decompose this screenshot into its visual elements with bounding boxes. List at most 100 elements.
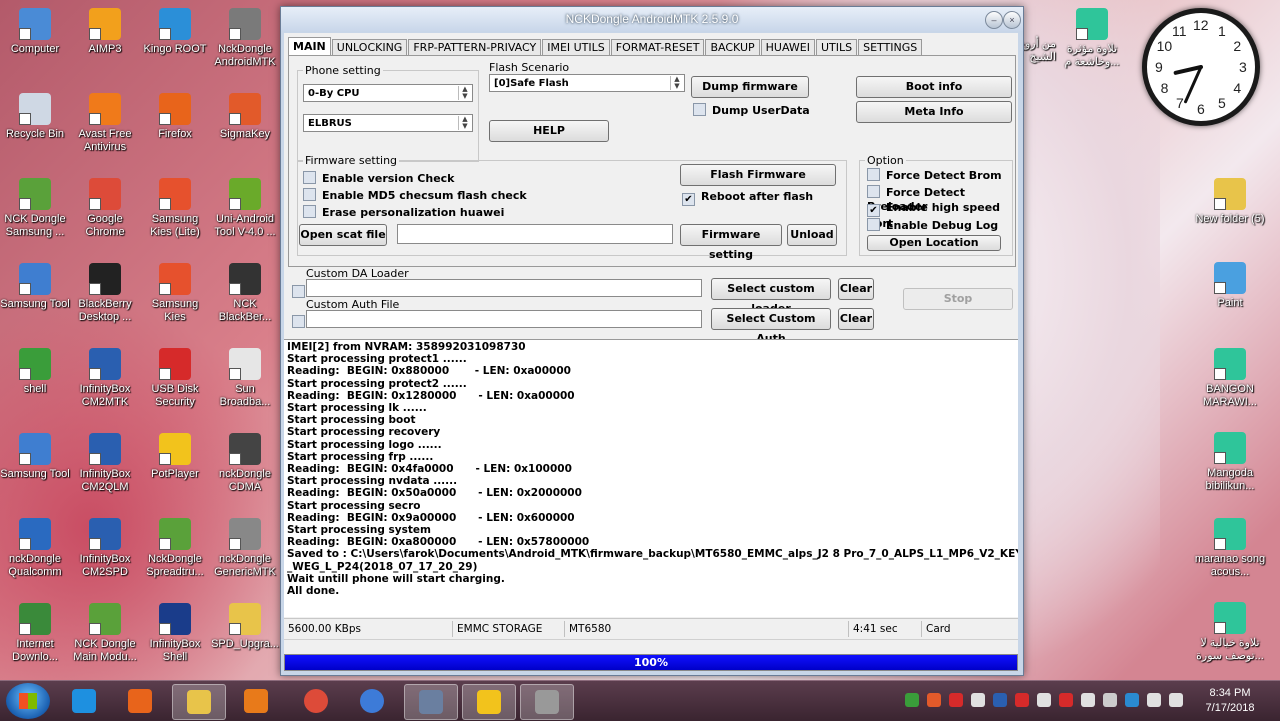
platform-select[interactable]: ELBRUS ▲ ▼ [303, 114, 473, 132]
desktop-icon[interactable]: Sun Broadba... [210, 348, 280, 409]
help-button[interactable]: HELP [489, 120, 609, 142]
desktop-icon[interactable]: New folder (5) [1190, 178, 1270, 226]
start-button[interactable] [6, 683, 50, 719]
option-checkbox[interactable]: Force Detect Preloader [867, 184, 1015, 213]
option-checkbox[interactable]: ✔ Enable high speed port [867, 201, 1015, 230]
stop-button[interactable]: Stop [903, 288, 1013, 310]
tray-icon[interactable] [927, 693, 941, 707]
firmware-option-checkbox[interactable]: Enable version Check [303, 171, 455, 185]
tray-icon[interactable] [905, 693, 919, 707]
tray-icon[interactable] [1125, 693, 1139, 707]
firmware-setting-button[interactable]: Firmware setting [680, 224, 782, 261]
desktop-icon[interactable]: NCK BlackBer... [210, 263, 280, 324]
minimize-button[interactable]: – [985, 11, 1003, 29]
tab-main[interactable]: MAIN [288, 37, 331, 56]
tray-icon[interactable] [1037, 693, 1051, 707]
firmware-option-checkbox[interactable]: Erase personalization huawei [303, 205, 504, 219]
firmware-option-checkbox[interactable]: Enable MD5 checsum flash check [303, 188, 527, 202]
desktop-icon[interactable]: Samsung Tool [0, 263, 70, 311]
desktop-icon[interactable]: تلاوة مؤثرة وخاشعة م... [1052, 8, 1132, 69]
desktop-icon[interactable]: Internet Downlo... [0, 603, 70, 664]
desktop-icon[interactable]: Mangoda bibilikun... [1190, 432, 1270, 493]
desktop-icon[interactable]: Recycle Bin [0, 93, 70, 141]
clear-auth-button[interactable]: Clear [838, 308, 874, 330]
tab-unlocking[interactable]: UNLOCKING [331, 39, 408, 56]
flash-scenario-select[interactable]: [0]Safe Flash ▲ ▼ [489, 74, 685, 92]
desktop-icon[interactable]: SigmaKey [210, 93, 280, 141]
boot-info-button[interactable]: Boot info [856, 76, 1012, 98]
desktop-icon[interactable]: Avast Free Antivirus [70, 93, 140, 154]
select-custom-loader-button[interactable]: Select custom loader [711, 278, 831, 315]
tab-format-reset[interactable]: FORMAT-RESET [610, 39, 705, 56]
clear-loader-button[interactable]: Clear [838, 278, 874, 300]
dump-firmware-button[interactable]: Dump firmware [691, 76, 809, 98]
desktop-icon[interactable]: nckDongle Qualcomm [0, 518, 70, 579]
open-scat-button[interactable]: Open scat file [299, 224, 387, 246]
desktop-icon[interactable]: NCK Dongle Main Modu... [70, 603, 140, 664]
taskbar-firefox-button[interactable] [114, 684, 166, 718]
tab-imei-utils[interactable]: IMEI UTILS [542, 39, 610, 56]
tab-huawei[interactable]: HUAWEI [760, 39, 815, 56]
desktop-icon[interactable]: Computer [0, 8, 70, 56]
open-location-button[interactable]: Open Location [867, 235, 1001, 251]
desktop-icon[interactable]: Paint [1190, 262, 1270, 310]
desktop-icon[interactable]: InfinityBox CM2SPD [70, 518, 140, 579]
taskbar-nck-window-button[interactable] [404, 684, 458, 720]
desktop-icon[interactable]: AIMP3 [70, 8, 140, 56]
desktop-icon[interactable]: Samsung Tool [0, 433, 70, 481]
tray-icon[interactable] [1103, 693, 1117, 707]
taskbar-potplayer-button[interactable] [462, 684, 516, 720]
window-titlebar[interactable]: NCKDongle AndroidMTK 2.5.9.0 – × [281, 7, 1023, 31]
desktop-icon[interactable]: BANGON MARAWI... [1190, 348, 1270, 409]
taskbar-nck-dongle-button[interactable] [520, 684, 574, 720]
desktop-icon[interactable]: NckDongle AndroidMTK [210, 8, 280, 69]
reboot-after-flash-checkbox[interactable]: ✔ Reboot after flash [682, 190, 813, 206]
taskbar-clock[interactable]: 8:34 PM 7/17/2018 [1190, 686, 1270, 716]
tab-settings[interactable]: SETTINGS [858, 39, 923, 56]
desktop-icon[interactable]: InfinityBox Shell [140, 603, 210, 664]
taskbar-media-button[interactable] [230, 684, 282, 718]
desktop-icon[interactable]: تلاوة خيالية لا توصف سورة... [1190, 602, 1270, 663]
desktop-icon[interactable]: BlackBerry Desktop ... [70, 263, 140, 324]
tab-backup[interactable]: BACKUP [705, 39, 760, 56]
dump-userdata-checkbox[interactable]: Dump UserData [693, 103, 810, 117]
desktop-icon[interactable]: nckDongle CDMA [210, 433, 280, 494]
flash-firmware-button[interactable]: Flash Firmware [680, 164, 836, 186]
tray-icon[interactable] [993, 693, 1007, 707]
desktop-icon[interactable]: shell [0, 348, 70, 396]
tray-icon[interactable] [1081, 693, 1095, 707]
desktop-icon[interactable]: NckDongle Spreadtru... [140, 518, 210, 579]
taskbar-chrome-button[interactable] [290, 684, 342, 718]
desktop-icon[interactable]: Samsung Kies [140, 263, 210, 324]
desktop-icon[interactable]: maranao song acous... [1190, 518, 1270, 579]
desktop-icon[interactable]: nckDongle GenericMTK [210, 518, 280, 579]
meta-info-button[interactable]: Meta Info [856, 101, 1012, 123]
tray-icon[interactable] [971, 693, 985, 707]
tray-icon[interactable] [1169, 693, 1183, 707]
desktop-icon[interactable]: Firefox [140, 93, 210, 141]
custom-da-field[interactable] [306, 279, 702, 297]
tab-utils[interactable]: UTILS [815, 39, 858, 56]
desktop-icon[interactable]: Samsung Kies (Lite) [140, 178, 210, 239]
desktop-icon[interactable]: Uni-Android Tool V-4.0 ... [210, 178, 280, 239]
desktop-icon[interactable]: SPD_Upgra... [210, 603, 280, 651]
tray-icon[interactable] [1059, 693, 1073, 707]
taskbar-explorer-button[interactable] [172, 684, 226, 720]
desktop-icon[interactable]: USB Disk Security [140, 348, 210, 409]
tray-icon[interactable] [1147, 693, 1161, 707]
close-button[interactable]: × [1003, 11, 1021, 29]
desktop-icon[interactable]: Google Chrome [70, 178, 140, 239]
cpu-select[interactable]: 0-By CPU ▲ ▼ [303, 84, 473, 102]
desktop-icon[interactable]: InfinityBox CM2QLM [70, 433, 140, 494]
tray-icon[interactable] [1015, 693, 1029, 707]
option-checkbox[interactable]: Enable Debug Log [867, 217, 998, 232]
desktop-icon[interactable]: Kingo ROOT [140, 8, 210, 56]
taskbar-ie-button[interactable] [58, 684, 110, 718]
tab-frp-pattern-privacy[interactable]: FRP-PATTERN-PRIVACY [408, 39, 542, 56]
log-output[interactable]: IMEI[2] from NVRAM: 358992031098730 Start… [284, 339, 1018, 617]
tray-icon[interactable] [949, 693, 963, 707]
custom-auth-field[interactable] [306, 310, 702, 328]
unload-button[interactable]: Unload [787, 224, 837, 246]
desktop-icon[interactable]: PotPlayer [140, 433, 210, 481]
scat-file-field[interactable] [397, 224, 673, 244]
